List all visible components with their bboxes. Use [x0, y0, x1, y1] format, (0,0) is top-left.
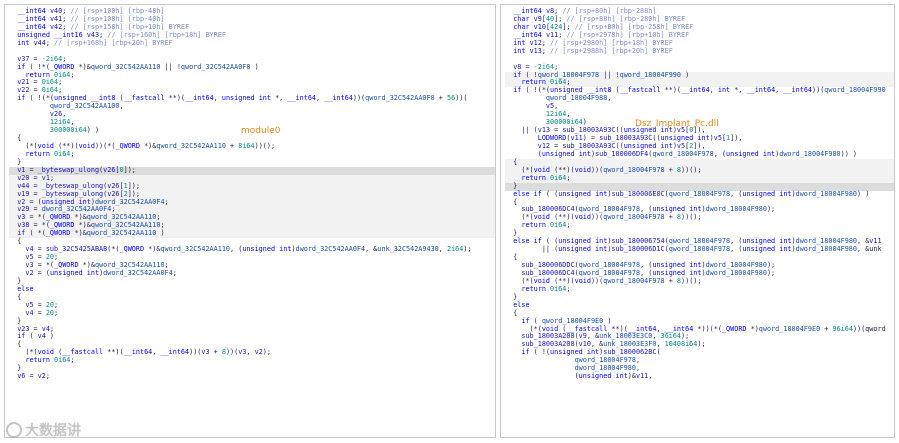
code-line[interactable]: } — [9, 277, 495, 286]
code-line[interactable]: return 0i64; — [9, 356, 495, 365]
right-code-pane[interactable]: __int64 v8; // [rsp+80h] [rbp-288h] char… — [500, 4, 895, 438]
code-line[interactable]: qword_32C542AA100, — [9, 102, 495, 111]
watermark: 大数据讲 — [6, 420, 81, 440]
code-line[interactable]: else — [9, 285, 495, 294]
code-line[interactable]: } — [505, 293, 894, 302]
code-line[interactable]: v4 = 20; — [9, 309, 495, 318]
code-line[interactable]: v2 = (unsigned int)dword_32C542AA0F4; — [9, 269, 495, 278]
code-line[interactable]: qword_18004F988, — [505, 94, 894, 103]
code-line[interactable] — [9, 48, 495, 56]
code-line[interactable]: else — [505, 301, 894, 310]
code-line[interactable]: (*(void (**)(void))(*(_QWORD *)&qword_32… — [9, 142, 495, 151]
code-line[interactable]: return 0i64; — [505, 174, 894, 183]
code-line[interactable]: return 0i64; — [9, 71, 495, 80]
code-line[interactable]: (unsigned int)&v11, — [505, 372, 894, 381]
code-line[interactable]: || (unsigned int)sub_180006D1C(qword_180… — [505, 245, 894, 254]
code-line[interactable]: v21 = 0i64; — [9, 78, 495, 87]
right-code-listing: __int64 v8; // [rsp+80h] [rbp-288h] char… — [501, 5, 894, 381]
code-line[interactable]: (unsigned int)sub_180006DF4(qword_18004F… — [505, 150, 894, 159]
code-line[interactable]: v6 = v2; — [9, 372, 495, 381]
left-code-listing: __int64 v40; // [rsp+100h] [rbp-48h] __i… — [5, 5, 495, 381]
code-line[interactable]: { — [9, 293, 495, 302]
code-line[interactable]: int v13; // [rsp+2988h] [rbp+20h] BYREF — [505, 47, 894, 56]
code-line[interactable]: } — [9, 364, 495, 373]
code-line[interactable] — [505, 56, 894, 64]
left-code-pane[interactable]: __int64 v40; // [rsp+100h] [rbp-48h] __i… — [4, 4, 496, 438]
code-line[interactable]: v5 = 20; — [9, 301, 495, 310]
code-line[interactable]: return 0i64; — [9, 150, 495, 159]
watermark-text: 大数据讲 — [25, 423, 81, 439]
code-line[interactable]: return 0i64; — [505, 221, 894, 230]
code-line[interactable]: v23 = v4; — [9, 325, 495, 334]
code-line[interactable]: v26, — [9, 110, 495, 119]
code-line[interactable]: v1 = _byteswap_ulong(v26[0]); — [9, 166, 495, 175]
code-line[interactable]: else if ( (unsigned int)sub_180006E0C(qw… — [505, 190, 894, 199]
code-line[interactable]: if ( !*(_QWORD *)&qword_32C542AA110 || !… — [9, 63, 495, 72]
code-line[interactable]: return 0i64; — [505, 285, 894, 294]
code-line[interactable]: int v44; // [rsp+168h] [rbp+20h] BYREF — [9, 39, 495, 48]
left-overlay-label: module0 — [241, 126, 281, 136]
watermark-logo-icon — [6, 422, 22, 438]
code-line[interactable]: v4 = sub_32C5425ABAB(*(_QWORD *)&qword_3… — [9, 245, 495, 254]
code-line[interactable]: if ( *(_QWORD *)&qword_32C542AA110 ) — [9, 229, 495, 239]
right-overlay-label: Dsz_Implant_Pc.dll — [635, 119, 719, 129]
code-line[interactable]: } — [9, 317, 495, 326]
code-line[interactable]: if ( v4 ) — [9, 332, 495, 341]
code-line[interactable]: (*(void (__fastcall **)(__int64, __int64… — [9, 348, 495, 357]
